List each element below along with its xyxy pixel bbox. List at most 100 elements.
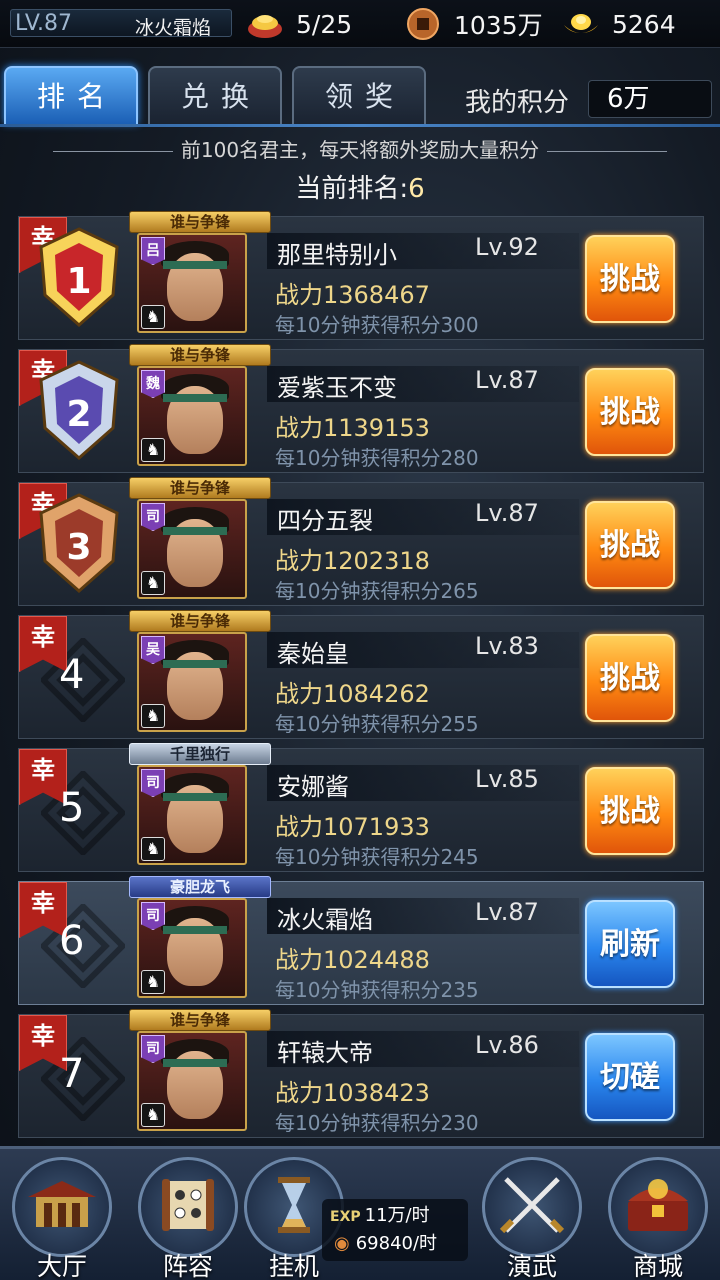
rank-number: 5 [59, 785, 85, 831]
rank-medal-icon: 2 [33, 358, 125, 462]
row-action-button[interactable]: 切磋 [585, 1033, 675, 1121]
player-level: Lv.85 [475, 765, 539, 793]
general-portrait[interactable]: 司 ♞ [137, 499, 247, 599]
score-rate: 每10分钟获得积分235 [275, 978, 479, 1002]
notice-text: 前100名君主，每天将额外奖励大量积分 [180, 138, 540, 162]
general-portrait[interactable]: 魏 ♞ [137, 366, 247, 466]
luck-text: 幸 [31, 623, 55, 651]
bottom-nav: 大厅 阵容 挂机 EXP 11万/时 ◉ 69840/时 演武 商城 [0, 1146, 720, 1280]
nav-hall[interactable]: 大厅 [4, 1157, 120, 1280]
stamina-stat[interactable]: 5/25 [246, 6, 352, 42]
player-level: LV.87 [15, 11, 73, 36]
power-value: 1071933 [323, 813, 430, 841]
rank-medal-icon: 1 [33, 225, 125, 329]
player-name: 冰火霜焰 [135, 17, 212, 39]
player-level: Lv.87 [475, 499, 539, 527]
title-plate: 谁与争锋 [129, 211, 271, 233]
general-portrait[interactable]: 司 ♞ [137, 765, 247, 865]
title-plate: 谁与争锋 [129, 477, 271, 499]
top-status-bar: LV.87 冰火霜焰 5/25 1035万 5264 [0, 0, 720, 48]
score-rate: 每10分钟获得积分245 [275, 845, 479, 869]
row-action-button[interactable]: 挑战 [585, 501, 675, 589]
tab-exchange[interactable]: 兑换 [148, 66, 282, 124]
current-rank-value: 6 [408, 174, 425, 204]
faction-badge: 司 [141, 902, 165, 930]
nav-arena[interactable]: 演武 [474, 1157, 590, 1280]
player-name: 爱紫玉不变 [277, 374, 397, 402]
power-value: 1084262 [323, 680, 430, 708]
luck-text: 幸 [31, 889, 55, 917]
ranking-row[interactable]: 幸 4 吴 ♞ 谁与争锋 秦始皇 Lv.83 战力1084262 每10分钟获得… [18, 610, 704, 739]
treasure-chest-icon [600, 1175, 716, 1246]
portrait-headband [163, 793, 227, 801]
chess-piece-icon: ♞ [141, 704, 165, 728]
power-label: 战力 [275, 547, 323, 575]
rank-number: 4 [59, 652, 85, 698]
nav-hall-label: 大厅 [36, 1252, 87, 1280]
nav-formation[interactable]: 阵容 [130, 1157, 246, 1280]
idle-exp-rate: EXP 11万/时 [330, 1201, 430, 1227]
ranking-row[interactable]: 幸 3 3 司 ♞ 谁与争锋 四分五裂 Lv.87 战力1202318 每10分… [18, 477, 704, 606]
gold-ingot-icon [562, 7, 600, 41]
chess-piece-icon: ♞ [141, 305, 165, 329]
faction-badge: 司 [141, 769, 165, 797]
faction-badge: 司 [141, 503, 165, 531]
current-rank: 当前排名:6 [0, 168, 720, 205]
current-rank-label: 当前排名: [295, 174, 409, 204]
chess-piece-icon: ♞ [141, 837, 165, 861]
my-score-value: 6万 [588, 80, 712, 118]
row-action-button[interactable]: 刷新 [585, 900, 675, 988]
player-level-box[interactable]: LV.87 冰火霜焰 [10, 9, 232, 39]
battle-power: 战力1202318 [275, 541, 430, 576]
player-level: Lv.87 [475, 366, 539, 394]
ranking-row[interactable]: 幸 7 司 ♞ 谁与争锋 轩辕大帝 Lv.86 战力1038423 每10分钟获… [18, 1009, 704, 1138]
ranking-row[interactable]: 幸 6 司 ♞ 豪胆龙飞 冰火霜焰 Lv.87 战力1024488 每10分钟获… [18, 876, 704, 1005]
chess-piece-icon: ♞ [141, 970, 165, 994]
ranking-row[interactable]: 幸 2 2 魏 ♞ 谁与争锋 爱紫玉不变 Lv.87 战力1139153 每10… [18, 344, 704, 473]
player-level: Lv.87 [475, 898, 539, 926]
general-portrait[interactable]: 司 ♞ [137, 1031, 247, 1131]
ranking-row[interactable]: 幸 1 1 吕 ♞ 谁与争锋 那里特别小 Lv.92 战力1368467 每10… [18, 211, 704, 340]
battle-power: 战力1139153 [275, 408, 430, 443]
row-action-button[interactable]: 挑战 [585, 235, 675, 323]
gold-stat[interactable]: 5264 [562, 6, 676, 42]
idle-coin-rate: ◉ 69840/时 [334, 1229, 437, 1255]
divider [52, 151, 173, 152]
power-value: 1368467 [323, 281, 430, 309]
general-portrait[interactable]: 司 ♞ [137, 898, 247, 998]
palace-icon [4, 1175, 120, 1246]
copper-coin-icon [404, 7, 442, 41]
portrait-headband [163, 394, 227, 402]
player-name: 秦始皇 [277, 640, 349, 668]
treasure-bowl-icon [246, 7, 284, 41]
rank-medal-icon: 3 [33, 491, 125, 595]
ranking-row[interactable]: 幸 5 司 ♞ 千里独行 安娜酱 Lv.85 战力1071933 每10分钟获得… [18, 743, 704, 872]
tab-ranking[interactable]: 排名 [4, 66, 138, 124]
score-rate: 每10分钟获得积分230 [275, 1111, 479, 1135]
general-portrait[interactable]: 吴 ♞ [137, 632, 247, 732]
nav-shop-label: 商城 [632, 1252, 683, 1280]
nav-shop[interactable]: 商城 [600, 1157, 716, 1280]
power-label: 战力 [275, 680, 323, 708]
copper-stat[interactable]: 1035万 [404, 6, 543, 42]
portrait-headband [163, 926, 227, 934]
power-label: 战力 [275, 281, 323, 309]
portrait-headband [163, 1059, 227, 1067]
chess-piece-icon: ♞ [141, 438, 165, 462]
power-label: 战力 [275, 813, 323, 841]
portrait-headband [163, 261, 227, 269]
power-value: 1038423 [323, 1079, 430, 1107]
faction-badge: 吕 [141, 237, 165, 265]
tab-rewards[interactable]: 领奖 [292, 66, 426, 124]
gold-value: 5264 [612, 9, 676, 39]
portrait-headband [163, 527, 227, 535]
power-value: 1139153 [323, 414, 430, 442]
row-action-button[interactable]: 挑战 [585, 634, 675, 722]
row-action-button[interactable]: 挑战 [585, 767, 675, 855]
row-action-button[interactable]: 挑战 [585, 368, 675, 456]
portrait-headband [163, 660, 227, 668]
faction-badge: 司 [141, 1035, 165, 1063]
power-label: 战力 [275, 946, 323, 974]
general-portrait[interactable]: 吕 ♞ [137, 233, 247, 333]
rank-number: 7 [59, 1051, 85, 1097]
